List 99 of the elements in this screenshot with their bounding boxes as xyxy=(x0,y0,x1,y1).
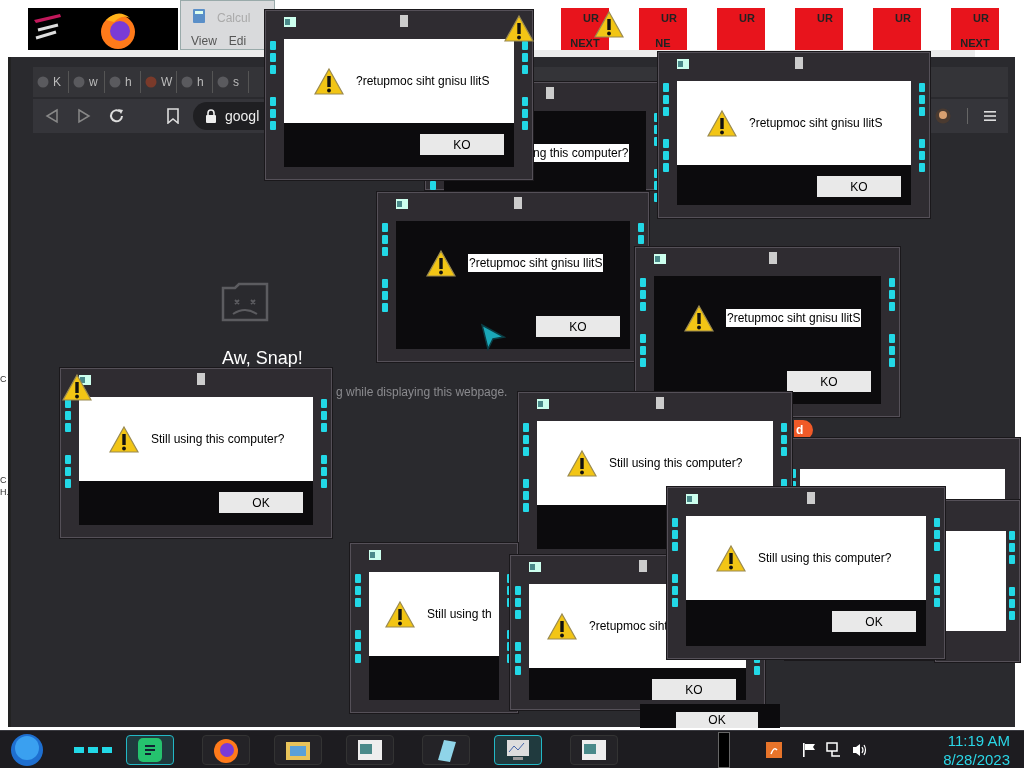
browser-tab[interactable]: w xyxy=(69,71,105,93)
globe-icon xyxy=(145,76,157,88)
bookmark-icon[interactable] xyxy=(167,108,179,124)
browser-tab[interactable]: W xyxy=(141,71,177,93)
handle-icon xyxy=(807,492,815,504)
tile-text: UR xyxy=(816,11,833,26)
chat-icon xyxy=(136,735,164,764)
error-message: g while displaying this webpage. xyxy=(336,384,508,401)
clock-time[interactable]: 11:19 AM xyxy=(947,730,1010,750)
avatar-icon[interactable] xyxy=(935,108,951,124)
text-fragment: H. xyxy=(0,486,9,499)
handle-icon xyxy=(639,560,647,572)
taskbar-button[interactable] xyxy=(346,734,394,765)
forward-icon[interactable] xyxy=(77,108,91,124)
flag-icon[interactable] xyxy=(802,741,816,758)
cursor-icon xyxy=(480,323,506,351)
taskbar-button[interactable] xyxy=(494,734,542,765)
lights-drawing xyxy=(74,745,114,754)
dialog-message: ?retupmoc siht gnisu llitS xyxy=(726,309,862,327)
reload-icon[interactable] xyxy=(109,108,125,124)
browser-tab[interactable]: h xyxy=(105,71,141,93)
clock-date[interactable]: 8/28/2023 xyxy=(943,749,1010,768)
taskbar-button[interactable] xyxy=(422,734,470,765)
dialog-message: Still using this computer? xyxy=(758,550,892,567)
taskbar-button[interactable] xyxy=(274,734,322,765)
ok-button[interactable]: KO xyxy=(536,316,620,337)
ok-button[interactable]: OK xyxy=(832,611,916,632)
window-icon xyxy=(537,399,549,409)
warning-icon xyxy=(567,448,597,478)
dialog-message: ?retupmoc siht gnisu llitS xyxy=(356,73,490,90)
globe-icon xyxy=(181,76,193,88)
ok-button[interactable]: OK xyxy=(676,712,758,728)
window-icon xyxy=(396,199,408,209)
dialog-message: ?retupmoc siht gnisu llitS xyxy=(749,115,883,132)
window-icon xyxy=(654,254,666,264)
calculator-icon xyxy=(193,9,205,23)
back-icon[interactable] xyxy=(45,108,59,124)
browser-tab[interactable]: K xyxy=(33,71,69,93)
window-icon xyxy=(284,17,296,27)
tile-text: UR xyxy=(738,11,755,26)
globe-icon xyxy=(37,76,49,88)
handle-icon xyxy=(197,373,205,385)
window-icon xyxy=(686,494,698,504)
menu-icon[interactable] xyxy=(984,110,996,122)
menu-item[interactable]: Edi xyxy=(228,32,247,50)
start-button-icon[interactable] xyxy=(10,732,44,767)
handle-icon xyxy=(546,87,554,99)
dialog-message: Still using this computer? xyxy=(151,431,285,448)
warning-icon xyxy=(707,108,737,138)
browser-tab[interactable]: s xyxy=(213,71,249,93)
menu-item[interactable]: View xyxy=(191,32,217,50)
handle-icon xyxy=(795,57,803,69)
tile-text: NE xyxy=(655,37,671,50)
warning-icon xyxy=(716,543,746,573)
globe-icon xyxy=(109,76,121,88)
network-icon[interactable] xyxy=(826,741,842,758)
warning-icon xyxy=(426,248,456,278)
taskbar-button[interactable] xyxy=(202,734,250,765)
dialog-message: ?retupmoc siht gnisu llitS xyxy=(468,254,604,272)
warning-icon xyxy=(385,599,415,629)
warning-icon xyxy=(684,303,714,333)
java-icon[interactable] xyxy=(766,741,782,758)
taskbar-button[interactable] xyxy=(126,734,174,765)
dialog-message: ng this computer? xyxy=(532,144,630,162)
tile-text: NEXT xyxy=(960,37,990,50)
ok-button[interactable]: KO xyxy=(817,176,901,197)
window-icon xyxy=(677,59,689,69)
tile-text: NEXT xyxy=(570,37,600,50)
warning-icon xyxy=(504,14,534,43)
error-title: Aw, Snap! xyxy=(222,347,303,370)
ok-button[interactable]: KO xyxy=(787,371,871,392)
handle-icon xyxy=(769,252,777,264)
ok-button[interactable]: KO xyxy=(652,679,736,700)
volume-icon[interactable] xyxy=(852,741,868,758)
window-icon xyxy=(369,550,381,560)
text-fragment: C xyxy=(0,373,7,386)
ok-button[interactable]: OK xyxy=(219,492,303,513)
tile-text: UR xyxy=(660,11,677,26)
handle-icon xyxy=(400,15,408,27)
dialog-message: Still using this computer? xyxy=(609,455,743,472)
dialog-message: Still using th xyxy=(427,606,492,623)
handle-icon xyxy=(514,197,522,209)
tile-text: UR xyxy=(582,11,599,26)
browser-tab[interactable]: h xyxy=(177,71,213,93)
tile-text: UR xyxy=(972,11,989,26)
text-fragment: C xyxy=(0,474,7,487)
globe-icon xyxy=(217,76,229,88)
warning-icon xyxy=(62,373,92,402)
sad-folder-icon xyxy=(221,280,271,322)
handle-icon xyxy=(656,397,664,409)
warning-icon xyxy=(547,611,577,641)
lock-icon xyxy=(205,109,217,123)
taskbar-button[interactable] xyxy=(570,734,618,765)
warning-icon xyxy=(314,66,344,96)
tile-text: UR xyxy=(894,11,911,26)
window-icon xyxy=(529,562,541,572)
warning-icon xyxy=(109,424,139,454)
ok-button[interactable]: KO xyxy=(420,134,504,155)
globe-icon xyxy=(73,76,85,88)
